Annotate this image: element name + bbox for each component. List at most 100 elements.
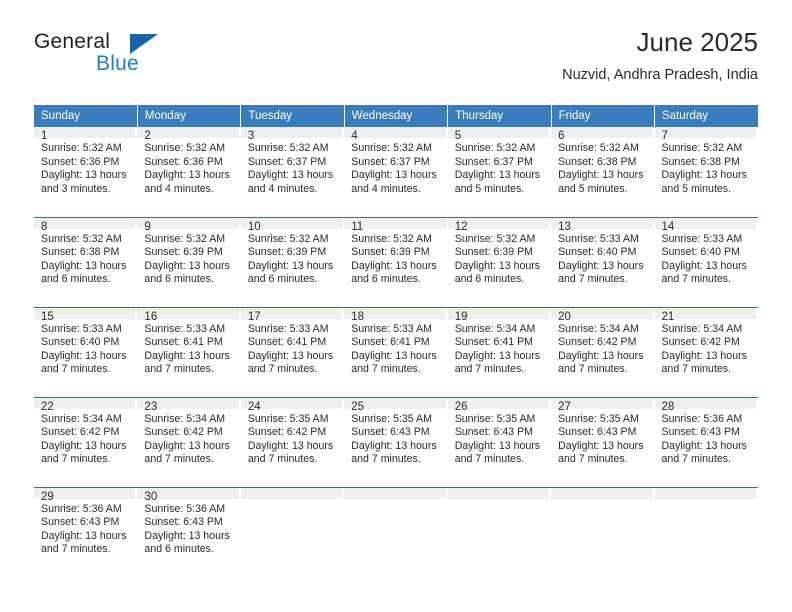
day-number bbox=[654, 487, 758, 499]
sunrise-text: Sunrise: 5:34 AM bbox=[41, 412, 122, 425]
calendar-day-cell[interactable]: 8 Sunrise: 5:32 AM Sunset: 6:38 PM Daylight… bbox=[34, 216, 138, 307]
calendar-day-cell[interactable]: 28 Sunrise: 5:36 AM Sunset: 6:43 PM Dayligh… bbox=[654, 396, 758, 487]
day-number: 15 bbox=[34, 307, 138, 323]
sunset-text: Sunset: 6:41 PM bbox=[351, 336, 430, 349]
day-details: Sunrise: 5:32 AM Sunset: 6:37 PM Daylight:… bbox=[344, 138, 447, 196]
calendar-day-cell[interactable]: 16 Sunrise: 5:33 AM Sunset: 6:41 PM Dayligh… bbox=[137, 306, 241, 397]
day-number: 18 bbox=[344, 307, 448, 323]
calendar-day-cell[interactable]: 19 Sunrise: 5:34 AM Sunset: 6:41 PM Dayligh… bbox=[447, 306, 552, 397]
sunset-text: Sunset: 6:39 PM bbox=[351, 246, 430, 259]
calendar-day-cell[interactable]: 9 Sunrise: 5:32 AM Sunset: 6:39 PM Daylight… bbox=[137, 216, 241, 307]
day-details: Sunrise: 5:32 AM Sunset: 6:39 PM Daylight:… bbox=[344, 229, 447, 287]
daylight-text: Daylight: 13 hours and 6 minutes. bbox=[454, 259, 541, 286]
weekday-header-friday: Friday bbox=[551, 105, 656, 127]
day-number: 2 bbox=[137, 127, 241, 142]
day-number: 20 bbox=[551, 307, 655, 323]
day-number bbox=[344, 487, 448, 499]
calendar-day-cell[interactable]: 15 Sunrise: 5:33 AM Sunset: 6:40 PM Dayligh… bbox=[34, 306, 138, 397]
sunset-text: Sunset: 6:43 PM bbox=[144, 516, 223, 529]
day-number bbox=[447, 487, 552, 499]
day-details: Sunrise: 5:32 AM Sunset: 6:39 PM Daylight:… bbox=[448, 229, 551, 287]
weekday-header-sunday: Sunday bbox=[34, 105, 138, 127]
day-number: 5 bbox=[447, 127, 552, 142]
page-title: June 2025 bbox=[636, 27, 758, 57]
day-details: Sunrise: 5:33 AM Sunset: 6:40 PM Daylight:… bbox=[34, 319, 137, 377]
daylight-text: Daylight: 13 hours and 7 minutes. bbox=[558, 439, 644, 466]
calendar-week-row: 29 Sunrise: 5:36 AM Sunset: 6:43 PM Dayligh… bbox=[34, 486, 758, 577]
day-number: 29 bbox=[34, 487, 138, 503]
day-number: 16 bbox=[137, 307, 241, 323]
calendar-day-cell[interactable]: 11 Sunrise: 5:32 AM Sunset: 6:39 PM Dayligh… bbox=[344, 216, 448, 307]
calendar-day-cell[interactable]: 20 Sunrise: 5:34 AM Sunset: 6:42 PM Dayligh… bbox=[551, 306, 655, 397]
calendar-day-cell[interactable]: 21 Sunrise: 5:34 AM Sunset: 6:42 PM Dayligh… bbox=[654, 306, 758, 397]
sunrise-text: Sunrise: 5:35 AM bbox=[247, 412, 329, 425]
day-number: 26 bbox=[447, 397, 552, 413]
logo-triangle-icon bbox=[130, 34, 158, 54]
day-number: 22 bbox=[34, 397, 138, 413]
day-number: 19 bbox=[447, 307, 552, 323]
calendar-day-cell[interactable]: 14 Sunrise: 5:33 AM Sunset: 6:40 PM Dayligh… bbox=[654, 216, 758, 307]
sunrise-text: Sunrise: 5:33 AM bbox=[351, 322, 432, 335]
sunset-text: Sunset: 6:43 PM bbox=[558, 426, 637, 439]
weekday-header-monday: Monday bbox=[137, 105, 242, 127]
sunset-text: Sunset: 6:39 PM bbox=[247, 246, 327, 259]
calendar-day-cell[interactable]: 29 Sunrise: 5:36 AM Sunset: 6:43 PM Dayligh… bbox=[34, 486, 138, 577]
sunrise-text: Sunrise: 5:35 AM bbox=[351, 412, 432, 425]
daylight-text: Daylight: 13 hours and 6 minutes. bbox=[41, 259, 127, 286]
calendar-day-cell[interactable]: 18 Sunrise: 5:33 AM Sunset: 6:41 PM Dayligh… bbox=[344, 306, 448, 397]
sunrise-text: Sunrise: 5:32 AM bbox=[41, 232, 122, 245]
calendar-day-cell[interactable]: 4 Sunrise: 5:32 AM Sunset: 6:37 PM Daylight… bbox=[344, 127, 448, 217]
day-details: Sunrise: 5:33 AM Sunset: 6:41 PM Daylight:… bbox=[241, 319, 344, 377]
day-details: Sunrise: 5:33 AM Sunset: 6:40 PM Daylight:… bbox=[655, 229, 758, 287]
sunset-text: Sunset: 6:42 PM bbox=[247, 426, 327, 439]
daylight-text: Daylight: 13 hours and 7 minutes. bbox=[41, 529, 127, 556]
calendar-day-cell[interactable]: 5 Sunrise: 5:32 AM Sunset: 6:37 PM Daylight… bbox=[447, 127, 552, 217]
day-number: 7 bbox=[654, 127, 758, 142]
calendar-day-cell[interactable]: 10 Sunrise: 5:32 AM Sunset: 6:39 PM Dayligh… bbox=[240, 216, 345, 307]
daylight-text: Daylight: 13 hours and 7 minutes. bbox=[41, 439, 127, 466]
day-number: 30 bbox=[137, 487, 241, 503]
day-number: 3 bbox=[240, 127, 345, 142]
calendar-day-cell[interactable]: 12 Sunrise: 5:32 AM Sunset: 6:39 PM Dayligh… bbox=[447, 216, 552, 307]
day-details: Sunrise: 5:34 AM Sunset: 6:42 PM Daylight:… bbox=[34, 409, 137, 467]
daylight-text: Daylight: 13 hours and 6 minutes. bbox=[351, 259, 437, 286]
weekday-header-wednesday: Wednesday bbox=[344, 105, 449, 127]
sunrise-text: Sunrise: 5:33 AM bbox=[144, 322, 226, 335]
calendar-empty-cell bbox=[551, 486, 655, 577]
calendar-day-cell[interactable]: 26 Sunrise: 5:35 AM Sunset: 6:43 PM Dayligh… bbox=[447, 396, 552, 487]
day-details: Sunrise: 5:35 AM Sunset: 6:43 PM Daylight:… bbox=[551, 409, 654, 467]
sunset-text: Sunset: 6:39 PM bbox=[454, 246, 534, 259]
calendar-day-cell[interactable]: 3 Sunrise: 5:32 AM Sunset: 6:37 PM Daylight… bbox=[240, 127, 345, 217]
calendar-table: Sunday Monday Tuesday Wednesday Thursday Frid… bbox=[34, 105, 758, 577]
sunrise-text: Sunrise: 5:32 AM bbox=[661, 142, 743, 154]
sunrise-text: Sunrise: 5:33 AM bbox=[661, 232, 743, 245]
daylight-text: Daylight: 13 hours and 7 minutes. bbox=[454, 439, 541, 466]
calendar-day-cell[interactable]: 24 Sunrise: 5:35 AM Sunset: 6:42 PM Dayligh… bbox=[240, 396, 345, 487]
day-details: Sunrise: 5:32 AM Sunset: 6:37 PM Daylight:… bbox=[448, 138, 551, 196]
calendar-day-cell[interactable]: 13 Sunrise: 5:33 AM Sunset: 6:40 PM Dayligh… bbox=[551, 216, 655, 307]
calendar-empty-cell bbox=[344, 486, 448, 577]
sunset-text: Sunset: 6:43 PM bbox=[351, 426, 430, 439]
calendar-day-cell[interactable]: 2 Sunrise: 5:32 AM Sunset: 6:36 PM Daylight… bbox=[137, 127, 241, 217]
day-number: 27 bbox=[551, 397, 655, 413]
sunrise-text: Sunrise: 5:32 AM bbox=[144, 142, 226, 154]
calendar-day-cell[interactable]: 23 Sunrise: 5:34 AM Sunset: 6:42 PM Dayligh… bbox=[137, 396, 241, 487]
day-number: 10 bbox=[240, 217, 345, 233]
calendar-day-cell[interactable]: 6 Sunrise: 5:32 AM Sunset: 6:38 PM Daylight… bbox=[551, 127, 655, 217]
calendar-day-cell[interactable]: 22 Sunrise: 5:34 AM Sunset: 6:42 PM Dayligh… bbox=[34, 396, 138, 487]
calendar-header-row: Sunday Monday Tuesday Wednesday Thursday Frid… bbox=[34, 105, 758, 127]
sunset-text: Sunset: 6:42 PM bbox=[144, 426, 223, 439]
day-details: Sunrise: 5:35 AM Sunset: 6:43 PM Daylight:… bbox=[344, 409, 447, 467]
day-number: 4 bbox=[344, 127, 448, 142]
weekday-header-saturday: Saturday bbox=[654, 105, 758, 127]
calendar-day-cell[interactable]: 25 Sunrise: 5:35 AM Sunset: 6:43 PM Dayligh… bbox=[344, 396, 448, 487]
calendar-day-cell[interactable]: 7 Sunrise: 5:32 AM Sunset: 6:38 PM Daylight… bbox=[654, 127, 758, 217]
calendar-day-cell[interactable]: 27 Sunrise: 5:35 AM Sunset: 6:43 PM Dayligh… bbox=[551, 396, 655, 487]
calendar-day-cell[interactable]: 1 Sunrise: 5:32 AM Sunset: 6:36 PM Daylight… bbox=[34, 127, 138, 217]
sunrise-text: Sunrise: 5:32 AM bbox=[247, 232, 329, 245]
calendar-day-cell[interactable]: 30 Sunrise: 5:36 AM Sunset: 6:43 PM Dayligh… bbox=[137, 486, 241, 577]
day-details: Sunrise: 5:33 AM Sunset: 6:40 PM Daylight:… bbox=[551, 229, 654, 287]
sunrise-text: Sunrise: 5:34 AM bbox=[558, 322, 639, 335]
calendar-day-cell[interactable]: 17 Sunrise: 5:33 AM Sunset: 6:41 PM Dayligh… bbox=[240, 306, 345, 397]
day-details: Sunrise: 5:32 AM Sunset: 6:39 PM Daylight:… bbox=[241, 229, 344, 287]
